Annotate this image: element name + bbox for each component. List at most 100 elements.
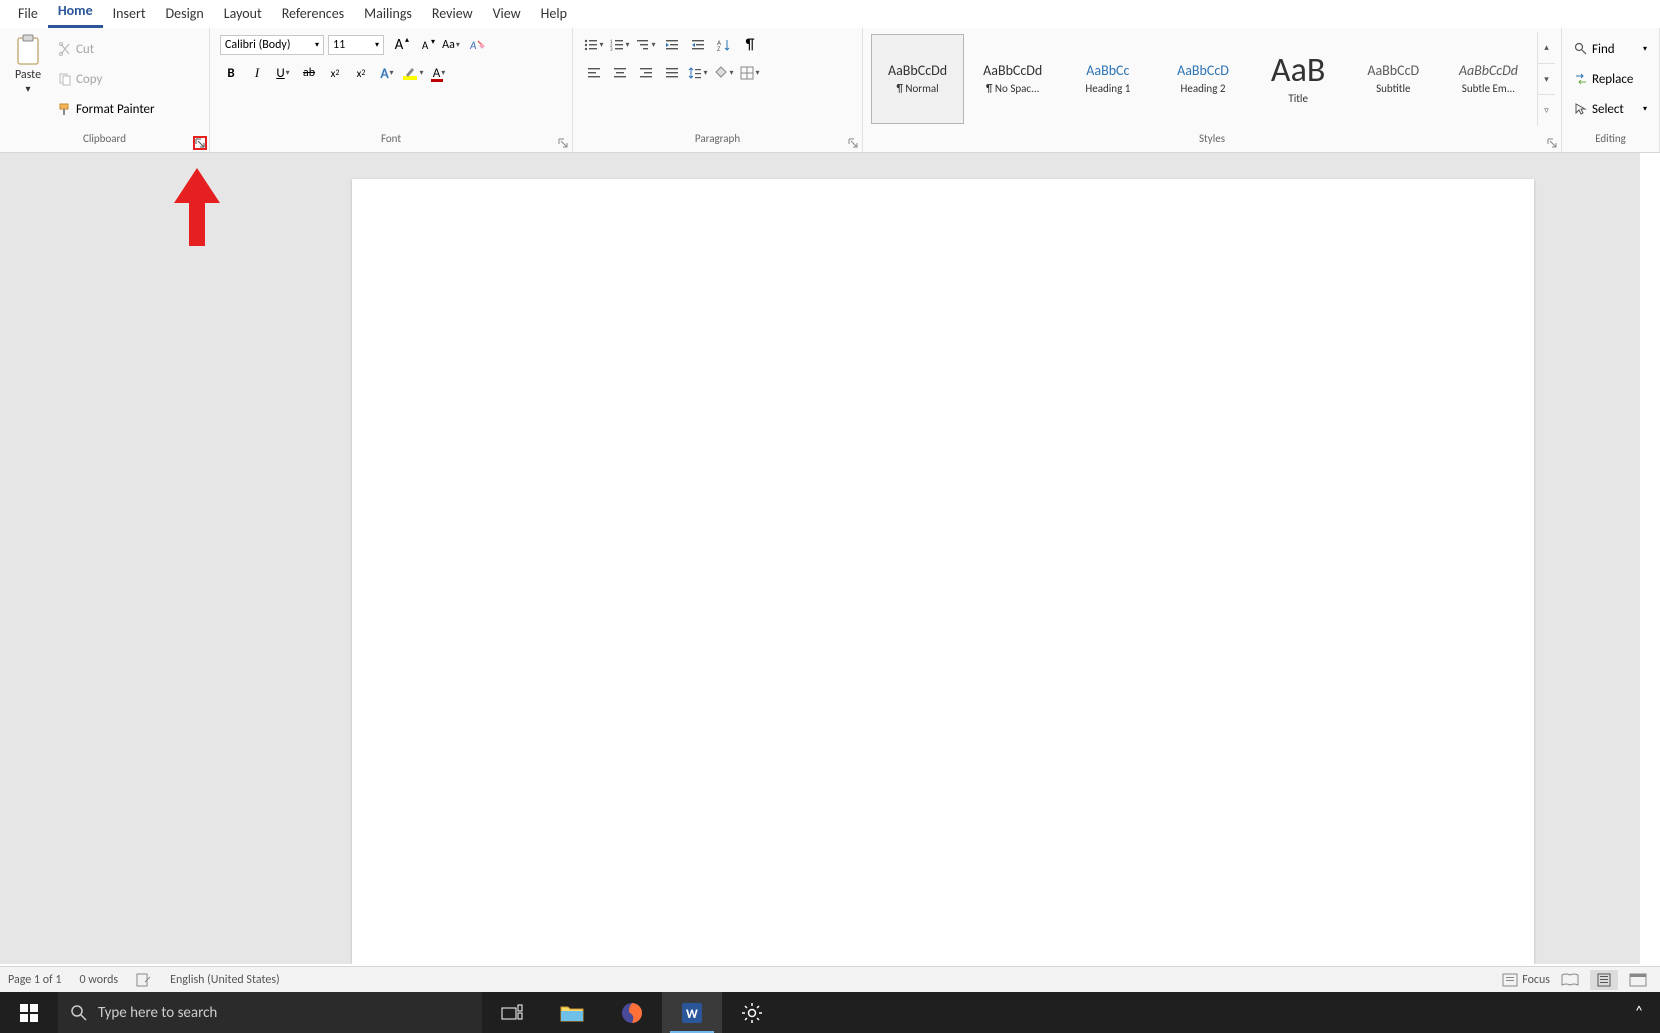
tab-layout[interactable]: Layout xyxy=(214,1,272,28)
multilevel-icon xyxy=(636,38,650,52)
subscript-button[interactable]: x2 xyxy=(324,62,346,84)
proofing-icon xyxy=(136,973,152,987)
sort-button[interactable]: AZ xyxy=(713,34,735,56)
clear-formatting-button[interactable]: A xyxy=(466,34,488,56)
font-launcher[interactable] xyxy=(556,136,570,150)
decrease-indent-button[interactable] xyxy=(661,34,683,56)
bold-button[interactable]: B xyxy=(220,62,242,84)
firefox-button[interactable] xyxy=(602,992,662,1033)
menu-tabs: File Home Insert Design Layout Reference… xyxy=(0,0,1660,28)
style-no-spacing[interactable]: AaBbCcDd¶ No Spac... xyxy=(966,34,1059,124)
clipboard-launcher[interactable] xyxy=(193,136,207,150)
tab-design[interactable]: Design xyxy=(156,1,214,28)
select-button[interactable]: Select ▾ xyxy=(1572,100,1649,119)
outdent-icon xyxy=(665,38,679,52)
file-explorer-button[interactable] xyxy=(542,992,602,1033)
tab-help[interactable]: Help xyxy=(531,1,577,28)
read-icon xyxy=(1561,973,1579,987)
font-name-select[interactable]: Calibri (Body)▾ xyxy=(220,35,324,55)
settings-button[interactable] xyxy=(722,992,782,1033)
format-painter-button[interactable]: Format Painter xyxy=(54,100,159,119)
strikethrough-button[interactable]: ab xyxy=(298,62,320,84)
read-mode-button[interactable] xyxy=(1556,970,1584,990)
focus-mode-button[interactable]: Focus xyxy=(1502,973,1550,987)
style-title[interactable]: AaBTitle xyxy=(1252,34,1345,124)
replace-button[interactable]: Replace xyxy=(1572,70,1649,89)
bullets-icon xyxy=(584,38,598,52)
status-language[interactable]: English (United States) xyxy=(170,973,280,987)
underline-button[interactable]: U▾ xyxy=(272,62,294,84)
ribbon: Paste ▾ Cut Copy Format Painter Clipbo xyxy=(0,28,1660,153)
justify-button[interactable] xyxy=(661,62,683,84)
style-expand[interactable]: ▿ xyxy=(1538,95,1555,126)
shrink-font-button[interactable]: A▾ xyxy=(414,34,436,56)
borders-button[interactable]: ▾ xyxy=(739,62,761,84)
tab-view[interactable]: View xyxy=(483,1,531,28)
bullets-button[interactable]: ▾ xyxy=(583,34,605,56)
align-center-button[interactable] xyxy=(609,62,631,84)
font-group-label: Font xyxy=(210,130,572,152)
replace-icon xyxy=(1574,72,1588,86)
paste-dropdown-icon[interactable]: ▾ xyxy=(25,82,30,95)
text-effects-button[interactable]: A▾ xyxy=(376,62,398,84)
paste-button[interactable]: Paste ▾ xyxy=(6,32,50,126)
editing-group-label: Editing xyxy=(1562,130,1659,152)
increase-indent-button[interactable] xyxy=(687,34,709,56)
find-button[interactable]: Find ▾ xyxy=(1572,40,1649,59)
search-icon xyxy=(70,1004,88,1022)
start-button[interactable] xyxy=(0,992,58,1033)
show-hidden-icons[interactable]: ˄ xyxy=(1624,992,1654,1033)
word-button[interactable]: W xyxy=(662,992,722,1033)
style-scroll-up[interactable]: ▴ xyxy=(1538,32,1555,64)
find-icon xyxy=(1574,42,1588,56)
style-heading1[interactable]: AaBbCcHeading 1 xyxy=(1061,34,1154,124)
clear-format-icon: A xyxy=(469,37,485,53)
sort-icon: AZ xyxy=(717,38,731,52)
show-hide-button[interactable]: ¶ xyxy=(739,34,761,56)
status-proofing[interactable] xyxy=(136,973,152,987)
align-right-button[interactable] xyxy=(635,62,657,84)
style-subtle-emphasis[interactable]: AaBbCcDdSubtle Em... xyxy=(1442,34,1535,124)
tab-references[interactable]: References xyxy=(272,1,354,28)
paragraph-group-label: Paragraph xyxy=(573,130,862,152)
font-size-select[interactable]: 11▾ xyxy=(328,35,384,55)
tab-home[interactable]: Home xyxy=(48,0,103,28)
paragraph-launcher[interactable] xyxy=(846,136,860,150)
line-spacing-button[interactable]: ▾ xyxy=(687,62,709,84)
status-page[interactable]: Page 1 of 1 xyxy=(8,973,62,987)
copy-button[interactable]: Copy xyxy=(54,70,159,89)
font-color-button[interactable]: A▾ xyxy=(428,62,450,84)
document-page[interactable] xyxy=(352,179,1534,964)
style-subtitle[interactable]: AaBbCcDSubtitle xyxy=(1347,34,1440,124)
justify-icon xyxy=(665,66,679,80)
tab-review[interactable]: Review xyxy=(422,1,483,28)
align-left-button[interactable] xyxy=(583,62,605,84)
print-layout-button[interactable] xyxy=(1590,970,1618,990)
style-scroll-down[interactable]: ▾ xyxy=(1538,64,1555,96)
highlight-button[interactable]: ▾ xyxy=(402,62,424,84)
shading-button[interactable]: ▾ xyxy=(713,62,735,84)
change-case-button[interactable]: Aa▾ xyxy=(440,34,462,56)
borders-icon xyxy=(740,66,754,80)
status-words[interactable]: 0 words xyxy=(80,973,119,987)
tab-insert[interactable]: Insert xyxy=(103,1,156,28)
group-font: Calibri (Body)▾ 11▾ A▴ A▾ Aa▾ A B I U▾ a… xyxy=(210,28,573,152)
numbering-button[interactable]: 123▾ xyxy=(609,34,631,56)
tab-mailings[interactable]: Mailings xyxy=(354,1,422,28)
styles-launcher[interactable] xyxy=(1545,136,1559,150)
grow-font-button[interactable]: A▴ xyxy=(388,34,410,56)
word-icon: W xyxy=(680,1001,704,1025)
web-layout-button[interactable] xyxy=(1624,970,1652,990)
style-normal[interactable]: AaBbCcDd¶ Normal xyxy=(871,34,964,124)
task-view-button[interactable] xyxy=(482,992,542,1033)
document-area xyxy=(0,153,1640,964)
tab-file[interactable]: File xyxy=(8,1,48,28)
focus-icon xyxy=(1502,973,1518,987)
style-heading2[interactable]: AaBbCcDHeading 2 xyxy=(1156,34,1249,124)
windows-icon xyxy=(20,1004,38,1022)
cut-button[interactable]: Cut xyxy=(54,40,159,59)
superscript-button[interactable]: x2 xyxy=(350,62,372,84)
italic-button[interactable]: I xyxy=(246,62,268,84)
taskbar-search[interactable]: Type here to search xyxy=(58,992,482,1033)
multilevel-list-button[interactable]: ▾ xyxy=(635,34,657,56)
